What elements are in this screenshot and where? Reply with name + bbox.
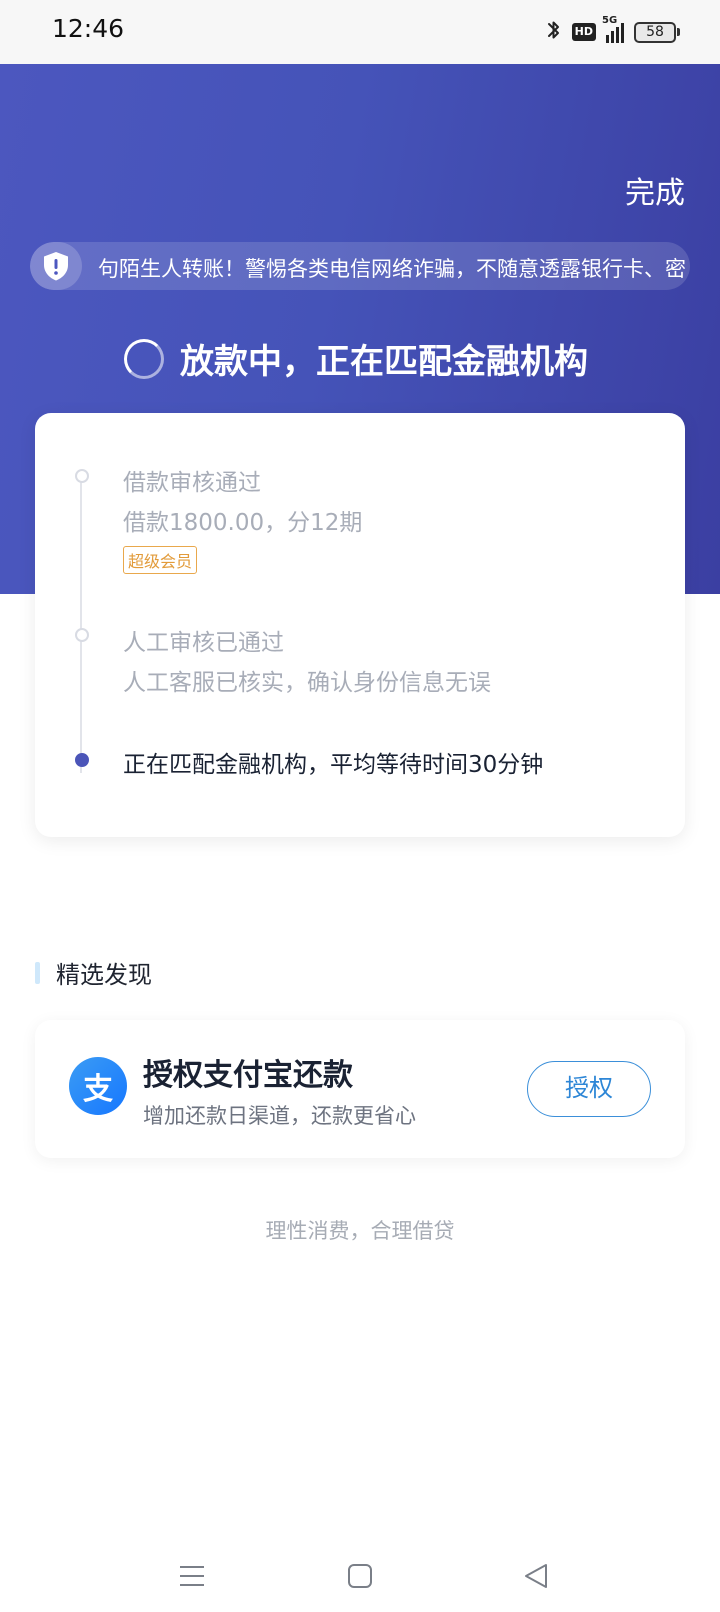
step-title-current: 正在匹配金融机构，平均等待时间30分钟 (123, 752, 544, 778)
notice-text: 句陌生人转账！警惕各类电信网络诈骗，不随意透露银行卡、密 (98, 257, 686, 281)
footer-note: 理性消费，合理借贷 (265, 1219, 455, 1243)
promo-subtitle: 增加还款日渠道，还款更省心 (143, 1104, 416, 1128)
promo-title: 授权支付宝还款 (143, 1058, 353, 1093)
network-type: 5G (602, 15, 618, 26)
step-desc: 借款1800.00，分12期 (123, 510, 363, 536)
step-desc: 人工客服已核实，确认身份信息无误 (123, 670, 491, 696)
back-triangle-icon[interactable] (516, 1556, 556, 1596)
progress-card: 借款审核通过 借款1800.00，分12期 超级会员 人工审核已通过 人工客服已… (35, 413, 685, 837)
status-bar: 12:46 HD 5G 58 (0, 0, 720, 64)
done-button[interactable]: 完成 (625, 168, 685, 212)
menu-icon[interactable] (172, 1556, 212, 1596)
status-title: 放款中，正在匹配金融机构 (180, 342, 588, 382)
loan-status: 放款中，正在匹配金融机构 (124, 334, 588, 383)
fraud-notice-marquee: 句陌生人转账！警惕各类电信网络诈骗，不随意透露银行卡、密 (30, 242, 690, 290)
step-title: 人工审核已通过 (123, 630, 284, 656)
home-square-icon[interactable] (340, 1556, 380, 1596)
section-title: 精选发现 (35, 955, 152, 990)
bluetooth-icon (546, 18, 562, 46)
section-accent-bar (35, 961, 40, 984)
step-dot-active (75, 753, 89, 767)
signal-icon: 5G (602, 15, 624, 43)
status-icons: HD 5G 58 (546, 15, 680, 46)
section-label: 精选发现 (56, 961, 152, 989)
step-dot (75, 469, 89, 483)
alipay-logo-icon: 支 (69, 1057, 127, 1115)
step-dot (75, 628, 89, 642)
timeline-line (80, 481, 82, 773)
shield-icon (30, 242, 82, 290)
authorize-button[interactable]: 授权 (527, 1061, 651, 1117)
step-title: 借款审核通过 (123, 470, 261, 496)
battery-level: 58 (634, 21, 676, 43)
alipay-promo-card[interactable]: 支 授权支付宝还款 增加还款日渠道，还款更省心 授权 (35, 1020, 685, 1158)
status-time: 12:46 (52, 14, 125, 43)
hd-badge: HD (571, 23, 596, 41)
loading-spinner-icon (124, 338, 164, 379)
system-nav-bar (0, 1540, 720, 1612)
vip-badge: 超级会员 (123, 546, 198, 574)
battery-icon: 58 (634, 21, 680, 43)
